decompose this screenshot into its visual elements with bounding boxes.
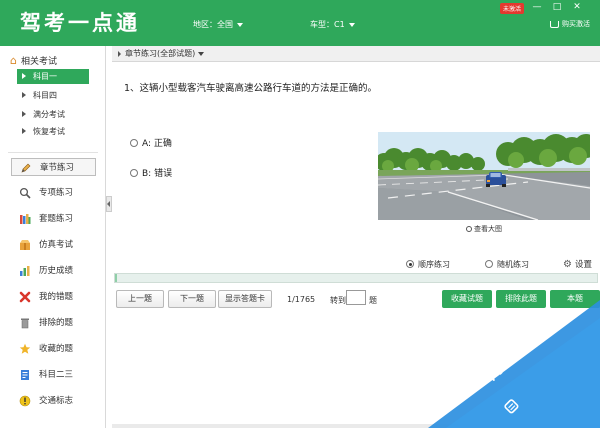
goto-suffix-label: 题 — [369, 296, 377, 305]
sidebar-sub-item-subject1[interactable]: 科目一 — [17, 69, 89, 84]
sidebar-item-favorites[interactable]: 收藏的题 — [11, 340, 96, 358]
sidebar-sub-item-label: 满分考试 — [33, 110, 65, 119]
show-answer-card-button[interactable]: 显示答题卡 — [218, 290, 272, 308]
sidebar-item-subject23[interactable]: 科目二三 — [11, 366, 96, 384]
bottom-divider — [112, 424, 600, 428]
books-icon — [20, 214, 31, 224]
favorite-question-button[interactable]: 收藏试题 — [442, 290, 492, 308]
maximize-icon[interactable]: □ — [550, 1, 564, 13]
sidebar-item-my-mistakes[interactable]: 我的错题 — [11, 288, 96, 306]
region-selector[interactable]: 地区：全国 — [193, 19, 243, 30]
purchase-label: 购买激活 — [562, 20, 590, 28]
option-a[interactable]: A: 正确 — [130, 136, 172, 149]
breadcrumb[interactable]: 章节练习(全部试题) — [112, 46, 600, 62]
goto-label: 转到 — [330, 296, 346, 305]
progress-bar — [114, 273, 598, 283]
sidebar-sub-item-label: 恢复考试 — [33, 127, 65, 136]
gear-icon: ⚙ — [563, 259, 572, 270]
breadcrumb-label: 章节练习(全部试题) — [125, 49, 196, 58]
sidebar: ⌂ 相关考试 科目一 科目四 满分考试 恢复考试 章节练习 专项练习 套题练习 仿… — [0, 46, 106, 428]
chevron-down-icon — [237, 22, 243, 27]
sidebar-item-traffic-signs[interactable]: 交通标志 — [11, 392, 96, 410]
title-bar: 驾考一点通 地区：全国 车型：C1 未激活 — □ ✕ 购买激活 — [0, 0, 600, 46]
triangle-right-icon — [118, 50, 121, 57]
progress-fill — [115, 274, 117, 282]
view-large-image-label: 查看大图 — [474, 225, 502, 233]
option-b-label: B: 错误 — [142, 169, 173, 179]
chevron-down-icon — [348, 22, 355, 27]
car-type-selector[interactable]: 车型：C1 — [310, 19, 355, 30]
random-practice-radio[interactable]: 随机练习 — [485, 259, 529, 270]
triangle-right-icon — [22, 92, 26, 98]
region-label: 地区：全国 — [193, 20, 233, 29]
document-icon — [21, 370, 29, 380]
option-a-label: A: 正确 — [142, 139, 172, 149]
car-type-label: 车型：C1 — [310, 20, 345, 29]
sidebar-item-mock-exam[interactable]: 仿真考试 — [11, 236, 96, 254]
sidebar-sub-item-restore[interactable]: 恢复考试 — [17, 124, 89, 139]
view-large-image-link[interactable]: 查看大图 — [466, 224, 502, 234]
option-b[interactable]: B: 错误 — [130, 166, 172, 179]
sidebar-item-set-practice[interactable]: 套题练习 — [11, 210, 96, 228]
sidebar-sub-item-label: 科目四 — [33, 91, 57, 100]
sidebar-item-label: 科目二三 — [39, 370, 74, 380]
sidebar-item-special-practice[interactable]: 专项练习 — [11, 184, 96, 202]
question-text: 1、这辆小型载客汽车驶离高速公路行车道的方法是正确的。 — [124, 83, 378, 94]
sidebar-item-label: 套题练习 — [39, 214, 74, 224]
magnifier-icon — [19, 187, 31, 199]
box-icon — [20, 240, 30, 250]
sidebar-divider — [8, 152, 98, 153]
sidebar-item-label: 收藏的题 — [39, 344, 74, 354]
option-radio[interactable] — [130, 169, 138, 177]
sidebar-item-label: 仿真考试 — [39, 240, 74, 250]
option-radio[interactable] — [130, 139, 138, 147]
minimize-icon[interactable]: — — [530, 1, 544, 13]
radio-icon[interactable] — [485, 260, 493, 268]
cross-icon — [19, 291, 31, 303]
sidebar-item-history-scores[interactable]: 历史成绩 — [11, 262, 96, 280]
purchase-activate-button[interactable]: 购买激活 — [550, 19, 590, 29]
next-question-button[interactable]: 下一题 — [168, 290, 216, 308]
sidebar-item-label: 排除的题 — [39, 318, 74, 328]
triangle-right-icon — [22, 73, 26, 79]
sidebar-item-label: 章节练习 — [40, 163, 75, 173]
unactivated-badge: 未激活 — [500, 3, 525, 14]
trash-icon — [21, 318, 29, 329]
sidebar-sub-item-label: 科目一 — [33, 72, 57, 81]
sidebar-item-label: 交通标志 — [39, 396, 74, 406]
sequential-practice-radio[interactable]: 顺序练习 — [406, 259, 450, 270]
triangle-right-icon — [22, 111, 26, 117]
sidebar-header[interactable]: ⌂ 相关考试 — [10, 54, 57, 67]
question-counter: 1/1765 — [287, 295, 316, 304]
chevron-down-icon — [198, 51, 205, 56]
sidebar-item-label: 我的错题 — [39, 292, 74, 302]
warning-icon — [19, 395, 31, 407]
sidebar-item-excluded[interactable]: 排除的题 — [11, 314, 96, 332]
sidebar-header-label: 相关考试 — [20, 57, 57, 67]
app-window: 驾考一点通 地区：全国 车型：C1 未激活 — □ ✕ 购买激活 ⌂ 相关考试 科… — [0, 0, 600, 428]
star-icon — [19, 343, 31, 354]
bar-chart-icon — [20, 266, 30, 276]
sidebar-item-label: 历史成绩 — [39, 266, 74, 276]
previous-question-button[interactable]: 上一题 — [116, 290, 164, 308]
question-illustration[interactable] — [378, 132, 590, 220]
triangle-right-icon — [22, 128, 26, 134]
main-panel: 章节练习(全部试题) 1、这辆小型载客汽车驶离高速公路行车道的方法是正确的。 A… — [112, 46, 600, 428]
cart-icon — [550, 20, 559, 28]
close-icon[interactable]: ✕ — [570, 1, 584, 13]
sidebar-item-chapter-practice[interactable]: 章节练习 — [11, 158, 96, 176]
magnifier-icon — [466, 226, 472, 232]
goto-question-input[interactable] — [346, 290, 366, 305]
house-icon: ⌂ — [10, 54, 17, 67]
random-practice-label: 随机练习 — [497, 260, 529, 269]
sidebar-sub-item-full-score[interactable]: 满分考试 — [17, 107, 89, 122]
radio-selected-icon[interactable] — [406, 260, 414, 268]
app-title: 驾考一点通 — [20, 11, 140, 35]
sidebar-sub-item-subject4[interactable]: 科目四 — [17, 88, 89, 103]
sequential-practice-label: 顺序练习 — [418, 260, 450, 269]
pencil-icon — [21, 163, 31, 173]
sidebar-item-label: 专项练习 — [39, 188, 74, 198]
